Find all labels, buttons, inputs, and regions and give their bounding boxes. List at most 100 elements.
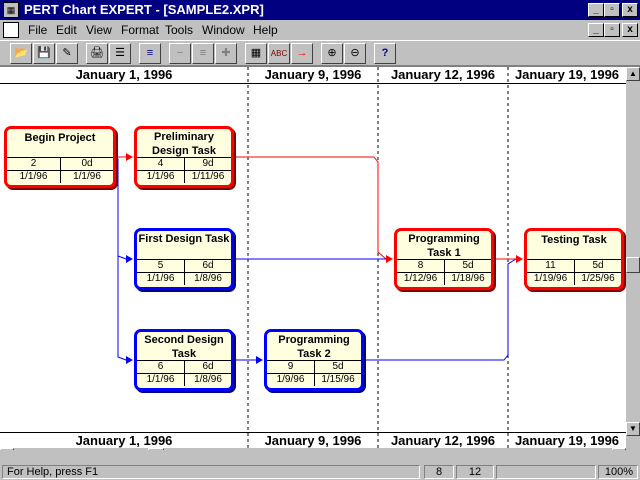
task-duration: 5d xyxy=(444,260,491,272)
status-field-1: 8 xyxy=(424,465,454,479)
task-start: 1/1/96 xyxy=(19,171,48,182)
scroll-thumb-vertical[interactable] xyxy=(626,257,640,273)
task-name: Programming Task 1 xyxy=(408,233,480,259)
task-name: Programming Task 2 xyxy=(278,334,350,360)
task-start: 1/12/96 xyxy=(403,273,438,284)
status-help-text: For Help, press F1 xyxy=(2,465,420,479)
status-zoom: 100% xyxy=(598,465,638,479)
task-start: 1/19/96 xyxy=(533,273,568,284)
dependency-line xyxy=(234,156,387,260)
task-node-preliminary-design[interactable]: Preliminary Design Task 4 9d 1/1/96 1/11/9… xyxy=(134,126,234,188)
task-id: 9 xyxy=(287,361,294,372)
menu-tools[interactable]: Tools xyxy=(165,23,193,37)
task-duration: 9d xyxy=(184,158,231,170)
task-duration: 6d xyxy=(184,260,231,272)
task-node-programming-1[interactable]: Programming Task 1 8 5d 1/12/96 1/18/96 xyxy=(394,228,494,290)
dependency-line xyxy=(117,256,127,361)
horizontal-scrollbar[interactable]: ◀ ▶ xyxy=(0,448,626,450)
task-finish: 1/18/96 xyxy=(444,273,491,285)
close-button[interactable]: x xyxy=(622,3,638,17)
menu-edit[interactable]: Edit xyxy=(56,23,77,37)
window-title: PERT Chart EXPERT - [SAMPLE2.XPR] xyxy=(24,2,264,17)
task-name: First Design Task xyxy=(138,233,230,245)
task-start: 1/9/96 xyxy=(276,374,305,385)
task-name: Testing Task xyxy=(541,234,607,246)
open-folder-icon[interactable]: 📂 xyxy=(10,43,32,64)
task-node-testing[interactable]: Testing Task 11 5d 1/19/96 1/25/96 xyxy=(524,228,624,290)
arrow-head xyxy=(126,255,133,263)
task-node-second-design[interactable]: Second Design Task 6 6d 1/1/96 1/8/96 xyxy=(134,329,234,391)
task-id: 2 xyxy=(30,158,37,169)
task-finish: 1/15/96 xyxy=(314,374,361,386)
scroll-right-button[interactable]: ▶ xyxy=(612,448,626,450)
task-id: 11 xyxy=(545,260,556,271)
arrow-right-icon[interactable]: → xyxy=(291,43,313,64)
task-id: 8 xyxy=(417,260,424,271)
scroll-down-button[interactable]: ▼ xyxy=(626,422,640,436)
arrow-head xyxy=(126,153,133,161)
task-id: 4 xyxy=(157,158,164,169)
save-icon[interactable]: 💾 xyxy=(33,43,55,64)
arrow-head xyxy=(256,356,263,364)
title-bar: ▦ PERT Chart EXPERT - [SAMPLE2.XPR] _ ▫ … xyxy=(0,0,640,20)
spellcheck-icon[interactable]: ABC xyxy=(268,43,290,64)
menu-format[interactable]: Format xyxy=(121,23,159,37)
task-duration: 6d xyxy=(184,361,231,373)
dependency-line xyxy=(115,156,127,260)
task-finish: 1/11/96 xyxy=(184,171,231,183)
edit-icon[interactable]: ✎ xyxy=(56,43,78,64)
task-finish: 1/1/96 xyxy=(60,171,113,183)
remove-link-icon[interactable]: ≡ xyxy=(192,43,214,64)
status-bar: For Help, press F1 8 12 100% xyxy=(0,463,640,480)
task-node-programming-2[interactable]: Programming Task 2 9 5d 1/9/96 1/15/96 xyxy=(264,329,364,391)
task-id: 6 xyxy=(157,361,164,372)
task-name: Second Design Task xyxy=(144,334,224,360)
maximize-button[interactable]: ▫ xyxy=(604,3,620,17)
task-name: Begin Project xyxy=(24,132,96,144)
scroll-left-button[interactable]: ◀ xyxy=(0,448,14,450)
zoom-out-icon[interactable]: ⊖ xyxy=(344,43,366,64)
document-icon[interactable] xyxy=(3,22,19,38)
menu-view[interactable]: View xyxy=(86,23,112,37)
zoom-in-icon[interactable]: ⊕ xyxy=(321,43,343,64)
remove-icon[interactable]: − xyxy=(169,43,191,64)
toolbar: 📂 💾 ✎ 🖨 ☰ ≡ − ≡ ✚ ▦ ABC → ⊕ ⊖ ? xyxy=(0,40,640,66)
minimize-button[interactable]: _ xyxy=(588,3,604,17)
task-node-begin-project[interactable]: Begin Project 2 0d 1/1/96 1/1/96 xyxy=(4,126,116,188)
menu-help[interactable]: Help xyxy=(253,23,278,37)
task-start: 1/1/96 xyxy=(146,374,175,385)
doc-minimize-button[interactable]: _ xyxy=(588,23,604,37)
task-finish: 1/25/96 xyxy=(574,273,621,285)
calculator-icon[interactable]: ▦ xyxy=(245,43,267,64)
arrow-head xyxy=(126,356,133,364)
help-icon[interactable]: ? xyxy=(374,43,396,64)
scroll-thumb-horizontal[interactable] xyxy=(148,448,164,450)
status-field-2: 12 xyxy=(456,465,494,479)
vertical-scrollbar[interactable]: ▲ ▼ xyxy=(626,67,640,450)
app-icon[interactable]: ▦ xyxy=(3,2,19,18)
menu-bar: File Edit View Format Tools Window Help … xyxy=(0,20,640,40)
task-id: 5 xyxy=(157,260,164,271)
doc-close-button[interactable]: x xyxy=(622,23,638,37)
task-start: 1/1/96 xyxy=(146,273,175,284)
print-icon[interactable]: 🖨 xyxy=(86,43,108,64)
task-finish: 1/8/96 xyxy=(184,273,231,285)
doc-restore-button[interactable]: ▫ xyxy=(604,23,620,37)
menu-file[interactable]: File xyxy=(28,23,47,37)
list-icon[interactable]: ≡ xyxy=(139,43,161,64)
add-icon[interactable]: ✚ xyxy=(215,43,237,64)
task-duration: 0d xyxy=(60,158,113,170)
task-node-first-design[interactable]: First Design Task 5 6d 1/1/96 1/8/96 xyxy=(134,228,234,290)
print-preview-icon[interactable]: ☰ xyxy=(109,43,131,64)
status-field-empty xyxy=(496,465,596,479)
menu-window[interactable]: Window xyxy=(202,23,245,37)
task-name: Preliminary Design Task xyxy=(152,131,216,157)
arrow-head xyxy=(516,255,523,263)
task-finish: 1/8/96 xyxy=(184,374,231,386)
task-duration: 5d xyxy=(574,260,621,272)
task-duration: 5d xyxy=(314,361,361,373)
scroll-up-button[interactable]: ▲ xyxy=(626,67,640,81)
task-start: 1/1/96 xyxy=(146,171,175,182)
pert-chart-area[interactable]: January 1, 1996 January 9, 1996 January … xyxy=(0,66,640,450)
arrow-head xyxy=(386,255,393,263)
